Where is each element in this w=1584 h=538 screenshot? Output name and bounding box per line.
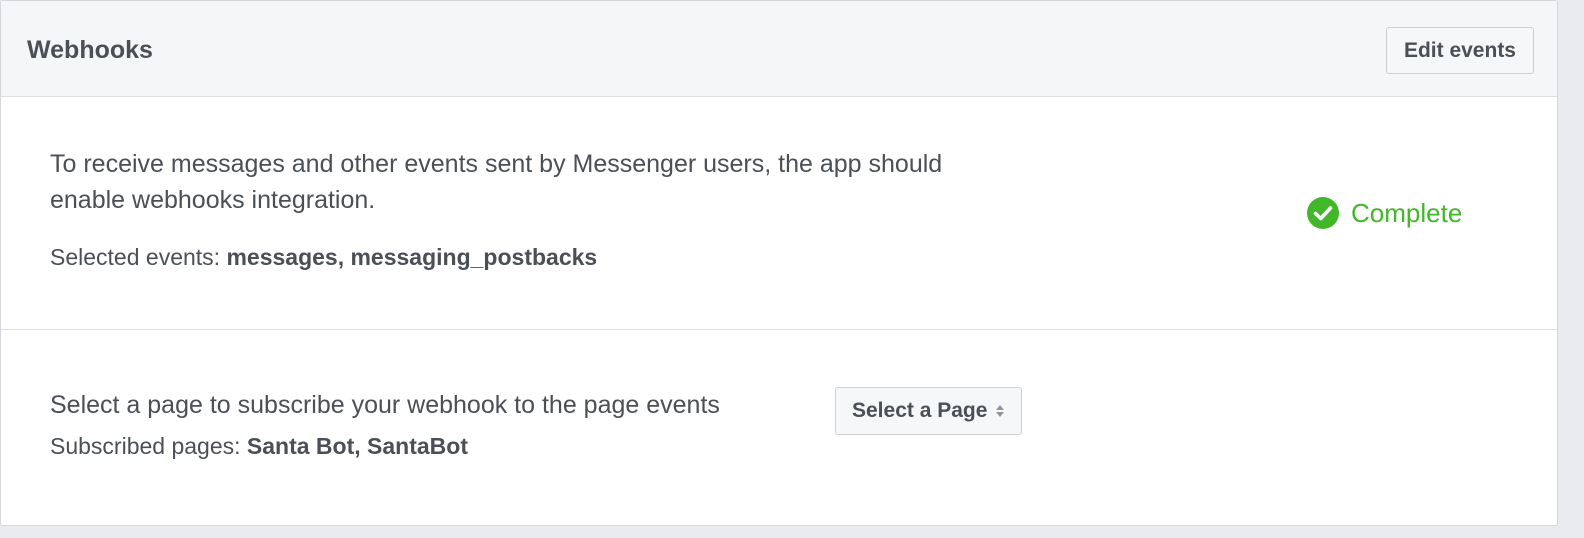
subscribe-prompt: Select a page to subscribe your webhook … — [50, 391, 720, 419]
panel-title: Webhooks — [27, 36, 153, 64]
selected-events-value: messages, messaging_postbacks — [226, 244, 598, 270]
subscribed-pages-value: Santa Bot, SantaBot — [246, 433, 468, 459]
sort-arrows-icon — [995, 403, 1005, 419]
webhooks-description: To receive messages and other events sen… — [50, 150, 943, 214]
status-label: Complete — [1351, 198, 1463, 228]
edit-events-button[interactable]: Edit events — [1385, 27, 1534, 74]
webhooks-panel: Webhooks Edit events To receive messages… — [0, 0, 1558, 526]
select-page-value: Select a Page — [852, 399, 988, 422]
panel-header: Webhooks Edit events — [1, 1, 1557, 97]
selected-events: Selected events: messages, messaging_pos… — [50, 242, 597, 272]
webhooks-integration-section: To receive messages and other events sen… — [1, 97, 1557, 330]
check-circle-icon — [1307, 197, 1339, 229]
status-indicator: Complete — [1307, 197, 1462, 229]
select-page-dropdown[interactable]: Select a Page — [835, 387, 1023, 435]
page-subscription-section: Select a page to subscribe your webhook … — [1, 330, 1557, 525]
selected-events-label: Selected events: — [50, 244, 221, 270]
subscribed-pages: Subscribed pages: Santa Bot, SantaBot — [50, 431, 468, 461]
subscribed-pages-label: Subscribed pages: — [50, 433, 241, 459]
